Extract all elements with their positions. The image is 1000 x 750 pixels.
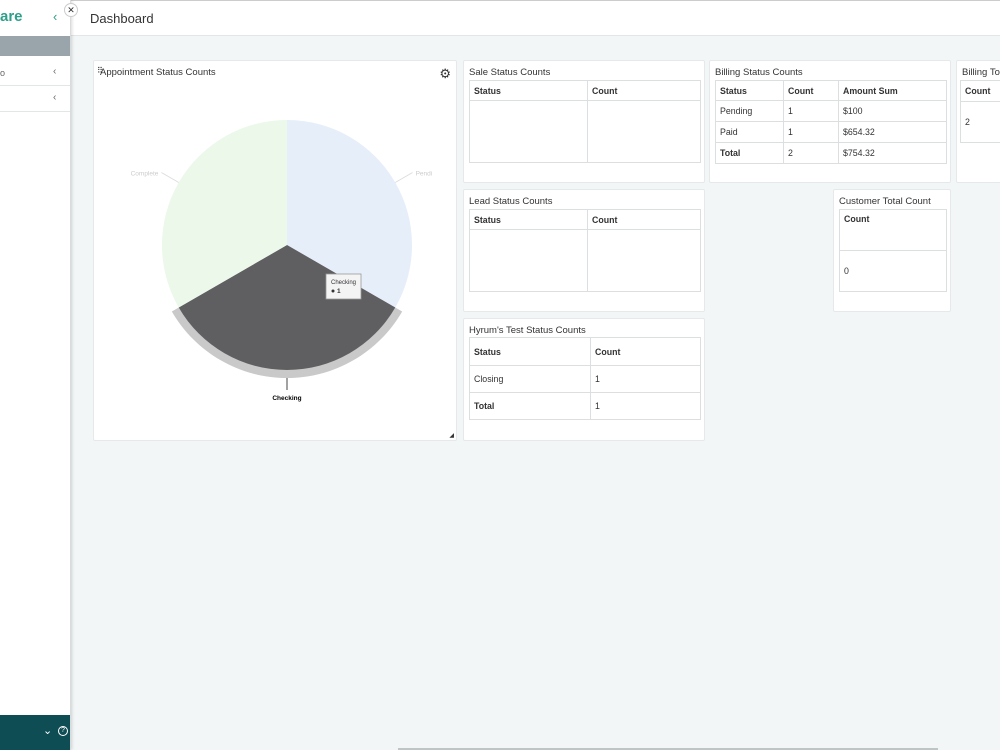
cell-amount: $654.32 <box>838 121 947 143</box>
sale-status-table: Status Count <box>469 80 701 163</box>
chevron-left-icon: ‹ <box>53 66 57 77</box>
column-header-count: Count <box>839 209 947 251</box>
help-icon[interactable]: ? <box>58 726 68 736</box>
hyrum-status-table: Status Count Closing 1 Total 1 <box>469 337 701 420</box>
pie-label-connector <box>161 172 179 183</box>
sidebar-item-active[interactable] <box>0 36 70 56</box>
sidebar: are ‹ o ‹ ‹ ⌄ ? <box>0 0 71 750</box>
cell-total-amount: $754.32 <box>838 142 947 164</box>
chevron-down-icon[interactable]: ⌄ <box>43 724 52 737</box>
cell-total-label: Total <box>469 392 591 420</box>
sidebar-item-icon: o <box>0 68 6 78</box>
column-header-amount-sum: Amount Sum <box>838 80 947 101</box>
lead-status-table: Status Count <box>469 209 701 292</box>
cell-total-label: Total <box>715 142 784 164</box>
widget-title: Billing To <box>962 67 1000 78</box>
cell-count: 1 <box>783 121 839 143</box>
cell-total-count: 1 <box>590 392 701 420</box>
pie-label-pending: Pendi <box>416 171 433 178</box>
cell-status: Closing <box>469 365 591 393</box>
appointment-status-widget: ⠿ Appointment Status Counts ⚙ Pendi Check… <box>93 60 457 441</box>
customer-total-table: Count 0 <box>839 209 947 292</box>
billing-status-widget: Billing Status Counts Status Count Amoun… <box>709 60 951 183</box>
table-row: Closing 1 <box>469 365 701 393</box>
column-header-count: Count <box>783 80 839 101</box>
pie-chart: Pendi Checking Complete Checking 1 <box>131 120 433 402</box>
customer-total-widget: Customer Total Count Count 0 <box>833 189 951 312</box>
resize-handle-icon[interactable]: ◢ <box>449 432 454 439</box>
pie-label-complete: Complete <box>131 171 159 178</box>
column-header-status: Status <box>715 80 784 101</box>
cell-status: Pending <box>715 100 784 122</box>
widget-title: Customer Total Count <box>839 196 931 207</box>
column-header-status: Status <box>469 80 588 101</box>
total-row: Total 1 <box>469 392 701 420</box>
pie-label-connector <box>395 172 413 183</box>
widget-title: Billing Status Counts <box>715 67 803 78</box>
sidebar-footer: ⌄ ? <box>0 715 70 750</box>
tooltip-label: Checking <box>331 280 356 286</box>
widget-title: Hyrum's Test Status Counts <box>469 325 586 336</box>
cell-total-count: 2 <box>783 142 839 164</box>
chevron-left-icon: ‹ <box>53 92 57 103</box>
hyrum-test-status-widget: Hyrum's Test Status Counts Status Count … <box>463 318 705 441</box>
widget-title: Sale Status Counts <box>469 67 551 78</box>
billing-status-table: Status Count Amount Sum Pending 1 $100 P… <box>715 80 947 164</box>
billing-total-widget: Billing To Count 2 <box>956 60 1000 183</box>
column-header-count: Count <box>587 80 701 101</box>
widget-title: Lead Status Counts <box>469 196 553 207</box>
sidebar-item-1[interactable]: o ‹ <box>0 60 70 86</box>
column-header-status: Status <box>469 337 591 366</box>
table-row: Paid 1 $654.32 <box>715 121 947 143</box>
cell-count: 0 <box>839 250 947 292</box>
cell-amount: $100 <box>838 100 947 122</box>
chart-tooltip: Checking 1 <box>325 273 362 300</box>
tooltip-value: 1 <box>337 288 341 295</box>
cell-count: 1 <box>783 100 839 122</box>
pie-label-checking: Checking <box>272 395 301 402</box>
sidebar-item-2[interactable]: ‹ <box>0 86 70 112</box>
brand-logo-text: are <box>0 8 23 25</box>
table-row: Pending 1 $100 <box>715 100 947 122</box>
billing-total-table: Count 2 <box>960 80 1000 143</box>
column-header-status: Status <box>469 209 588 230</box>
cell-status: Paid <box>715 121 784 143</box>
cell-count: 2 <box>960 101 1000 143</box>
lead-status-widget: Lead Status Counts Status Count <box>463 189 705 312</box>
cell-count: 1 <box>590 365 701 393</box>
column-header-count: Count <box>960 80 1000 102</box>
page-title: Dashboard <box>90 11 154 26</box>
sidebar-collapse-icon[interactable]: ‹ <box>53 9 57 24</box>
column-header-count: Count <box>590 337 701 366</box>
sale-status-widget: Sale Status Counts Status Count <box>463 60 705 183</box>
close-icon[interactable]: ✕ <box>64 3 78 17</box>
total-row: Total 2 $754.32 <box>715 142 947 164</box>
column-header-count: Count <box>587 209 701 230</box>
top-header: Dashboard <box>71 0 1000 36</box>
